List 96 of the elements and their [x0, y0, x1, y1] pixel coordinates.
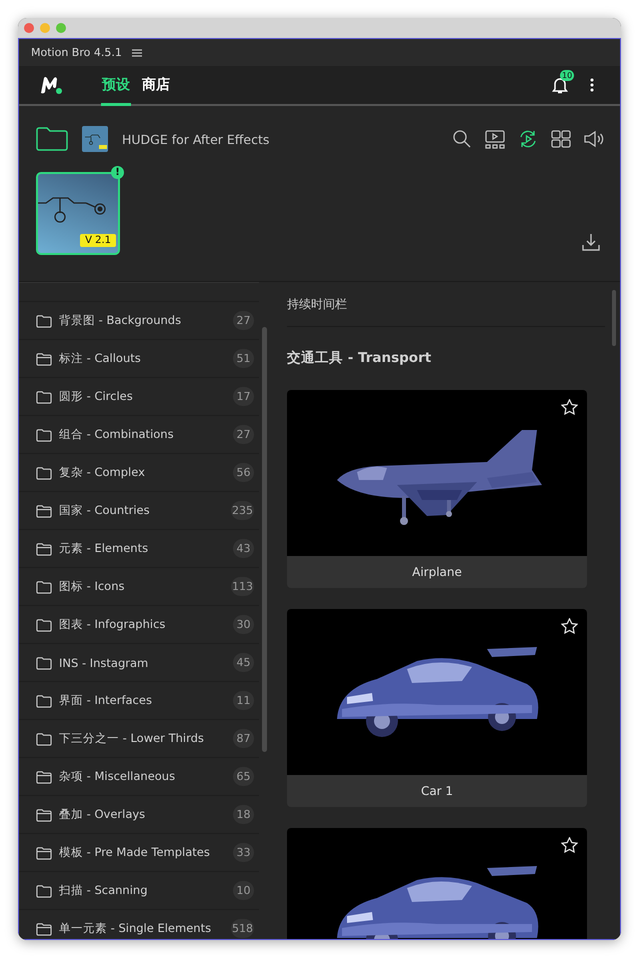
folder-icon [36, 580, 52, 594]
folder-icon[interactable] [36, 127, 68, 151]
folder-icon [36, 922, 52, 936]
preset-card[interactable]: Car 1 [287, 609, 587, 807]
folder-icon [36, 770, 52, 784]
folder-icon [36, 618, 52, 632]
star-icon[interactable] [561, 837, 578, 853]
sidebar-item[interactable]: 组合 - Combinations 27 [19, 415, 259, 453]
count-badge: 51 [233, 349, 254, 368]
sidebar-item[interactable]: 图表 - Infographics 30 [19, 605, 259, 643]
item-label: 下三分之一 - Lower Thirds [59, 731, 205, 746]
count-badge: 235 [231, 501, 254, 520]
item-label: 杂项 - Miscellaneous [59, 769, 176, 784]
item-label: 界面 - Interfaces [59, 693, 153, 708]
version-tag: V 2.1 [80, 234, 116, 247]
count-badge: 10 [233, 881, 254, 900]
count-badge: 30 [233, 615, 254, 634]
playlist-icon[interactable] [485, 129, 505, 149]
pack-thumbnail-icon[interactable] [82, 126, 108, 152]
item-label: 圆形 - Circles [59, 389, 134, 404]
count-badge: 17 [233, 387, 254, 406]
count-badge: 113 [231, 577, 254, 596]
count-badge: 18 [233, 805, 254, 824]
item-label: 标注 - Callouts [59, 351, 142, 366]
count-badge: 87 [233, 729, 254, 748]
sidebar-item[interactable]: 图标 - Icons 113 [19, 567, 259, 605]
item-label: 背景图 - Backgrounds [59, 313, 182, 328]
item-label: 国家 - Countries [59, 503, 151, 518]
item-label: 组合 - Combinations [59, 427, 175, 442]
folder-icon [36, 542, 52, 556]
section-title: 持续时间栏 [287, 282, 605, 327]
folder-icon [36, 808, 52, 822]
count-badge: 56 [233, 463, 254, 482]
menu-icon[interactable] [132, 48, 142, 56]
item-label: 单一元素 - Single Elements [59, 921, 212, 936]
sidebar-item[interactable]: 界面 - Interfaces 11 [19, 681, 259, 719]
count-badge: 33 [233, 843, 254, 862]
count-badge: 65 [233, 767, 254, 786]
nav-tab[interactable]: 商店 [141, 66, 171, 106]
count-badge: 45 [233, 653, 254, 672]
item-label: 叠加 - Overlays [59, 807, 146, 822]
folder-icon [36, 466, 52, 480]
speaker-icon[interactable] [584, 129, 604, 149]
count-badge: 27 [233, 425, 254, 444]
card-title: Car 1 [420, 783, 454, 800]
count-badge: 43 [233, 539, 254, 558]
item-label: 图标 - Icons [59, 579, 126, 594]
sidebar-item[interactable]: 模板 - Pre Made Templates 33 [19, 833, 259, 871]
count-badge: 518 [231, 919, 254, 938]
sidebar-item[interactable]: 扫描 - Scanning 10 [19, 871, 259, 909]
item-label: 模板 - Pre Made Templates [59, 845, 211, 860]
card-title: Airplane [411, 564, 463, 581]
sidebar-item[interactable]: 国家 - Countries 235 [19, 491, 259, 529]
count-badge: 27 [233, 311, 254, 330]
sidebar-item[interactable]: 单一元素 - Single Elements 518 [19, 909, 259, 939]
folder-icon [36, 390, 52, 404]
sidebar-item[interactable]: 圆形 - Circles 17 [19, 377, 259, 415]
window-title: Motion Bro 4.5.1 [31, 46, 122, 59]
star-icon[interactable] [561, 399, 578, 415]
search-icon[interactable] [452, 129, 472, 149]
folder-icon [36, 732, 52, 746]
folder-icon [36, 884, 52, 898]
notification-badge: 10 [560, 70, 574, 81]
sidebar-item[interactable]: 背景图 - Backgrounds 27 [19, 301, 259, 339]
sidebar-item[interactable]: 杂项 - Miscellaneous 65 [19, 757, 259, 795]
item-label: 图表 - Infographics [59, 617, 166, 632]
sidebar-item[interactable]: INS - Instagram 45 [19, 643, 259, 681]
grid-icon[interactable] [551, 129, 571, 149]
folder-icon [36, 846, 52, 860]
sidebar-item[interactable]: 复杂 - Complex 56 [19, 453, 259, 491]
item-label: INS - Instagram [59, 656, 150, 670]
folder-icon [36, 352, 52, 366]
folder-icon [36, 656, 52, 670]
scrollbar[interactable] [612, 290, 616, 346]
autoplay-icon[interactable] [518, 129, 538, 149]
count-badge: 11 [233, 691, 254, 710]
preset-card[interactable]: Airplane [287, 390, 587, 588]
pack-title: HUDGE for After Effects [122, 132, 270, 146]
scrollbar[interactable] [262, 327, 267, 752]
star-icon[interactable] [561, 618, 578, 634]
item-label: 复杂 - Complex [59, 465, 146, 480]
folder-icon [36, 428, 52, 442]
item-label: 元素 - Elements [59, 541, 150, 556]
folder-icon [36, 504, 52, 518]
download-icon[interactable] [582, 233, 600, 251]
folder-icon [36, 314, 52, 328]
sidebar-item[interactable]: 元素 - Elements 43 [19, 529, 259, 567]
section-heading: 交通工具 - Transport [287, 349, 432, 368]
logo-icon[interactable] [39, 75, 63, 95]
alert-badge: ! [111, 166, 124, 179]
sidebar-item[interactable]: 叠加 - Overlays 18 [19, 795, 259, 833]
more-icon[interactable] [590, 78, 594, 92]
item-label: 扫描 - Scanning [59, 883, 148, 898]
folder-icon [36, 694, 52, 708]
sidebar-item[interactable]: 标注 - Callouts 51 [19, 339, 259, 377]
sidebar-item[interactable]: 下三分之一 - Lower Thirds 87 [19, 719, 259, 757]
